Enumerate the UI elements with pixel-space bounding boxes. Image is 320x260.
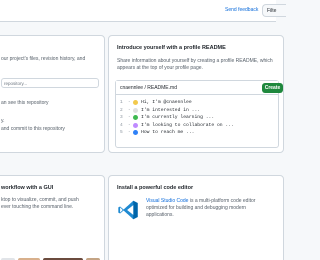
repository-name-input[interactable]: repository... (1, 78, 99, 88)
code-line-text: I'm currently learning ... (141, 115, 215, 121)
line-number: 5 (120, 130, 123, 136)
readme-code-lines: 1- Hi, I'm @cnaennlee 2- I'm interested in … (116, 95, 278, 137)
code-line: 5- How to reach me ... (120, 129, 278, 137)
readme-file-path: cnaennlee / README.md (120, 85, 177, 91)
vscode-logo-icon (118, 200, 138, 220)
code-line-text: I'm looking to collaborate on ... (141, 122, 234, 128)
line-number: 3 (120, 115, 123, 121)
seedling-emoji-icon (133, 115, 138, 121)
line-number: 2 (120, 107, 123, 113)
top-bar: Send feedback Filte (0, 0, 286, 22)
github-desktop-card: workflow with a GUI ktop to visualize, c… (0, 175, 105, 260)
eyes-emoji-icon (133, 107, 138, 113)
line-number: 1 (120, 100, 123, 106)
vscode-card: Install a powerful code editor Visual St… (108, 175, 284, 260)
code-line: 1- Hi, I'm @cnaennlee (120, 99, 278, 107)
editor-header: cnaennlee / README.md Create (116, 81, 283, 95)
repository-description: our project's files, revision history, a… (1, 56, 86, 62)
create-readme-button[interactable]: Create (262, 83, 283, 93)
create-repository-card: our project's files, revision history, a… (0, 35, 105, 153)
code-line: 3- I'm currently learning ... (120, 114, 278, 122)
code-line-text: Hi, I'm @cnaennlee (141, 100, 192, 106)
code-line: 4- I'm looking to collaborate on ... (120, 122, 278, 130)
code-line: 2- I'm interested in ... (120, 107, 278, 115)
readme-card-description: Share information about yourself by crea… (117, 58, 273, 71)
readme-editor-preview: cnaennlee / README.md Create 1- Hi, I'm @… (115, 80, 283, 148)
send-feedback-link[interactable]: Send feedback (225, 7, 258, 13)
code-line-text: I'm interested in ... (141, 107, 201, 113)
visibility-option-public[interactable]: an see this repository (1, 100, 49, 107)
code-line-text: How to reach me ... (141, 130, 195, 136)
vscode-card-title: Install a powerful code editor (117, 185, 194, 191)
sparkle-emoji-icon (133, 122, 138, 128)
vscode-card-description: Visual Studio Code is a multi-platform c… (146, 198, 256, 218)
visibility-option-private-detail: and commit to this repository (1, 126, 65, 132)
vscode-link[interactable]: Visual Studio Code (146, 198, 188, 204)
desktop-card-description: ktop to visualize, commit, and push ever… (1, 197, 79, 210)
desktop-card-title: workflow with a GUI (1, 185, 54, 191)
wave-emoji-icon (133, 100, 138, 106)
profile-readme-card: Introduce yourself with a profile README… (108, 35, 284, 153)
readme-card-title: Introduce yourself with a profile README (117, 45, 226, 51)
visibility-option-private[interactable]: y. (1, 118, 5, 125)
filter-button[interactable]: Filte (262, 4, 286, 17)
line-number: 4 (120, 122, 123, 128)
mailbox-emoji-icon (133, 130, 138, 136)
